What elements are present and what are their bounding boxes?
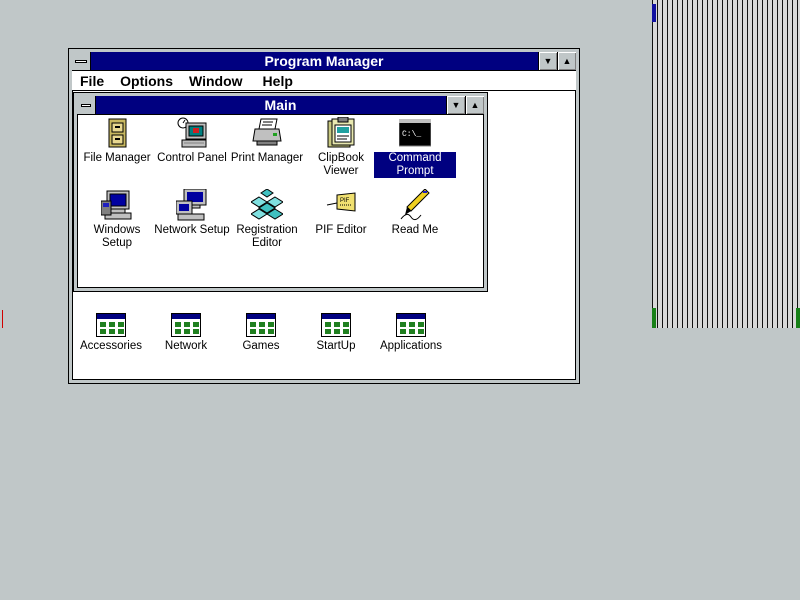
read-me-icon [399, 188, 431, 221]
group-label: Applications [379, 340, 442, 352]
file-cabinet-icon [101, 117, 133, 149]
program-label: Read Me [391, 224, 439, 236]
menu-window[interactable]: Window [189, 73, 243, 89]
display-artifact [652, 0, 800, 328]
program-label: Windows Setup [93, 224, 141, 249]
display-artifact-tick [2, 310, 3, 328]
printer-icon [251, 117, 283, 149]
group-label: StartUp [316, 340, 356, 352]
program-read-me[interactable]: Read Me [374, 188, 456, 237]
program-pif-editor[interactable]: PIF PIF Editor [300, 189, 382, 237]
program-group-icon [96, 313, 126, 337]
program-label: ClipBook Viewer [317, 152, 365, 177]
program-print-manager[interactable]: Print Manager [226, 117, 308, 165]
network-setup-icon [175, 188, 208, 221]
program-group-icon [396, 313, 426, 337]
program-windows-setup[interactable]: Windows Setup [76, 189, 158, 250]
registry-editor-icon [250, 188, 284, 221]
group-label: Network [164, 340, 208, 352]
maximize-button[interactable]: ▲ [557, 52, 576, 70]
group-system-menu-button[interactable] [77, 96, 96, 114]
program-manager-title: Program Manager [264, 53, 384, 69]
control-panel-icon [176, 117, 208, 149]
system-menu-icon [81, 103, 91, 107]
program-group-icon [321, 313, 351, 337]
pif-editor-icon: PIF [325, 189, 357, 221]
program-label: File Manager [83, 152, 151, 164]
svg-text:C:\_: C:\_ [402, 130, 421, 139]
program-network-setup[interactable]: Network Setup [151, 188, 233, 237]
main-group-title: Main [264, 97, 297, 113]
minimize-button[interactable]: ▼ [538, 52, 557, 70]
menu-bar: File Options Window Help [72, 71, 576, 91]
menu-help[interactable]: Help [263, 73, 293, 89]
program-control-panel[interactable]: Control Panel [151, 117, 233, 165]
main-group-window: Main ▼ ▲ File Manager Control Panel Prin… [73, 92, 488, 292]
program-label: Command Prompt [374, 152, 456, 178]
group-maximize-button[interactable]: ▲ [465, 96, 484, 114]
program-clipbook-viewer[interactable]: ClipBook Viewer [300, 116, 382, 178]
group-label: Accessories [80, 340, 142, 352]
program-label: Print Manager [230, 152, 304, 164]
main-group-titlebar[interactable]: Main ▼ ▲ [77, 96, 484, 115]
group-startup[interactable]: StartUp [295, 313, 377, 353]
menu-options[interactable]: Options [120, 73, 173, 89]
group-applications[interactable]: Applications [370, 313, 452, 353]
group-network[interactable]: Network [145, 313, 227, 353]
program-label: Registration Editor [236, 224, 298, 249]
windows-setup-icon [100, 189, 133, 221]
program-label: Control Panel [157, 152, 227, 164]
program-file-manager[interactable]: File Manager [76, 117, 158, 165]
program-command-prompt[interactable]: C:\_ Command Prompt [374, 117, 456, 178]
desktop: Program Manager ▼ ▲ File Options Window … [0, 0, 800, 600]
group-accessories[interactable]: Accessories [70, 313, 152, 353]
program-label: Network Setup [154, 224, 230, 236]
group-games[interactable]: Games [220, 313, 302, 353]
svg-text:PIF: PIF [340, 198, 350, 204]
program-group-icon [171, 313, 201, 337]
command-prompt-icon: C:\_ [398, 117, 432, 149]
program-manager-titlebar[interactable]: Program Manager ▼ ▲ [72, 52, 576, 71]
clipbook-icon [325, 116, 357, 149]
system-menu-button[interactable] [72, 52, 91, 70]
group-label: Games [242, 340, 280, 352]
program-label: PIF Editor [315, 224, 367, 236]
system-menu-icon [75, 59, 87, 63]
program-registration-editor[interactable]: Registration Editor [226, 188, 308, 250]
menu-file[interactable]: File [80, 73, 104, 89]
group-minimize-button[interactable]: ▼ [446, 96, 465, 114]
program-group-icon [246, 313, 276, 337]
